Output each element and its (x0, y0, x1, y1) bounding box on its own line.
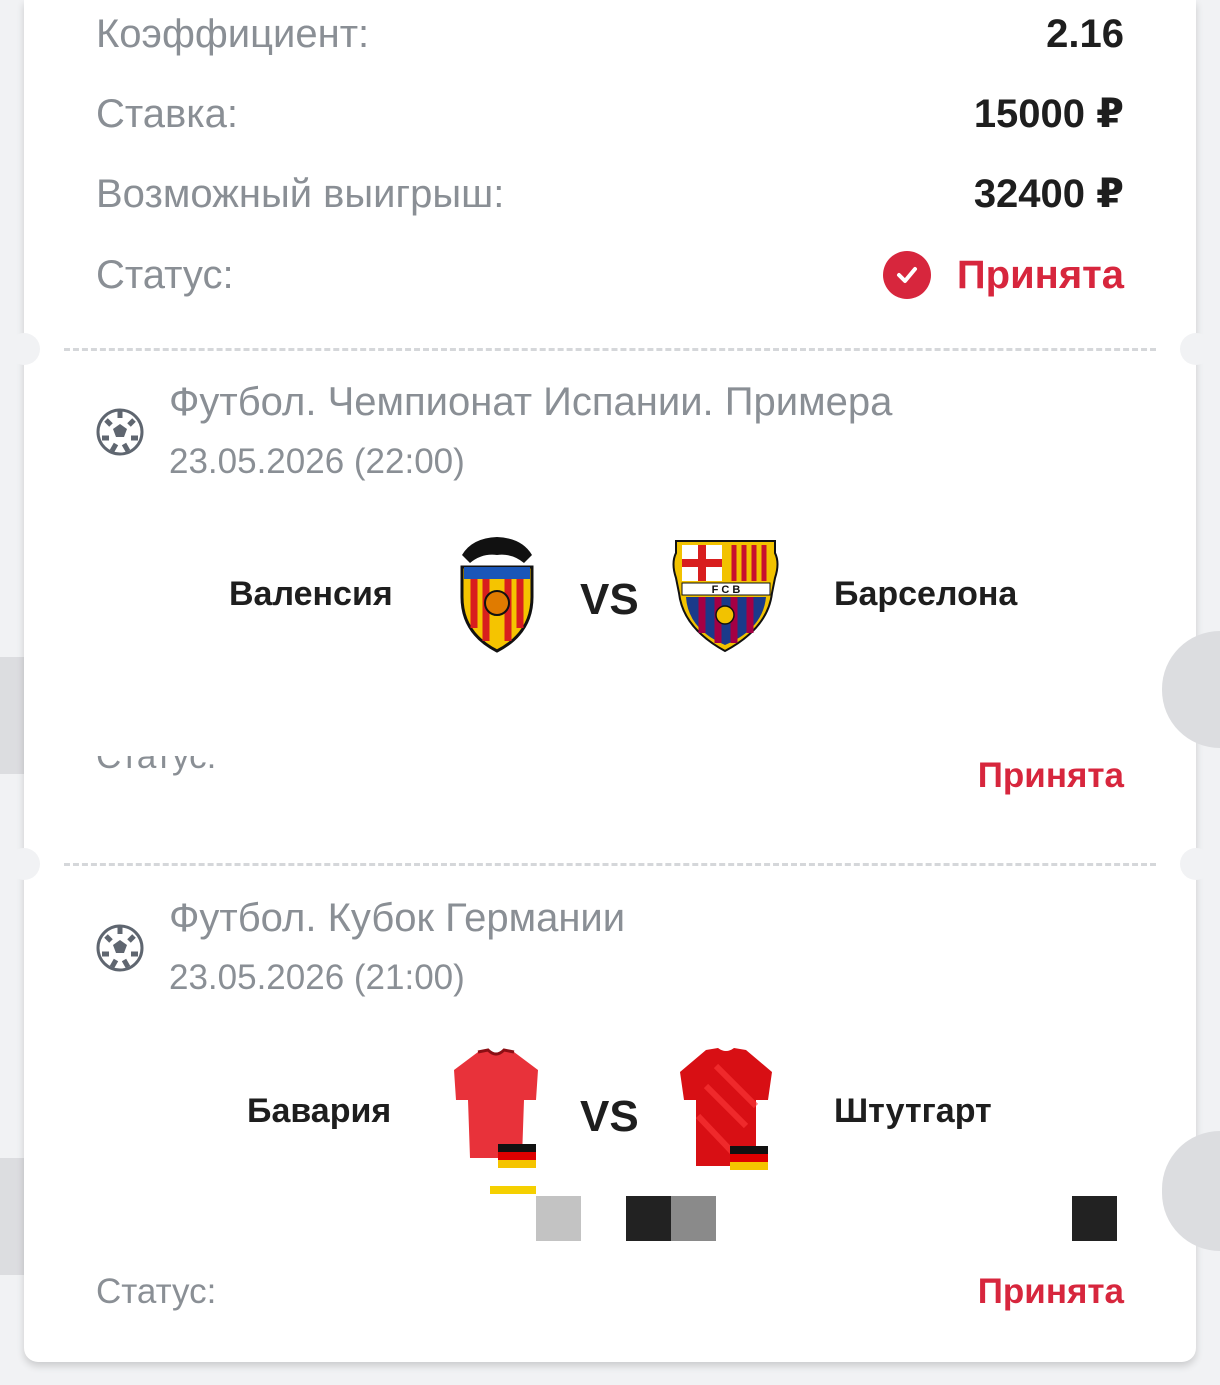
possible-win-value: 32400 ₽ (973, 172, 1124, 216)
stake-row: Ставка: 15000 ₽ (96, 88, 1124, 140)
svg-text:F C B: F C B (712, 584, 741, 596)
barcelona-crest-icon: F C B (672, 540, 779, 653)
valencia-crest-icon (460, 537, 534, 653)
soccer-ball-icon (96, 408, 144, 456)
coef-value: 2.16 (1046, 11, 1124, 56)
league-title: Футбол. Чемпионат Испании. Примера (169, 380, 893, 424)
possible-win-label: Возможный выигрыш: (96, 171, 505, 216)
event-status-label: Статус: (96, 756, 217, 776)
stake-label: Ставка: (96, 91, 238, 136)
vs-label: VS (580, 575, 639, 624)
possible-win-row: Возможный выигрыш: 32400 ₽ (96, 168, 1124, 220)
ticket-divider (64, 863, 1156, 866)
artifact-block (1072, 1196, 1117, 1241)
home-jersey-icon (454, 1048, 538, 1168)
artifact-block (536, 1196, 581, 1241)
league-title: Футбол. Кубок Германии (169, 896, 626, 940)
status-row: Статус: Принята (96, 246, 1124, 304)
status-label: Статус: (96, 252, 234, 297)
away-team-name: Штутгарт (834, 1092, 992, 1130)
coef-row: Коэффициент: 2.16 (96, 8, 1124, 60)
event-status-label: Статус: (96, 1272, 217, 1311)
status-indicator: Принята (882, 251, 1124, 299)
artifact-block (671, 1196, 716, 1241)
ticket-notch-left (8, 848, 40, 880)
home-team-name: Валенсия (229, 575, 393, 613)
ticket-notch-right (1180, 848, 1212, 880)
stake-value: 15000 ₽ (973, 92, 1124, 136)
away-team-name: Барселона (834, 575, 1018, 613)
home-team-name: Бавария (247, 1092, 392, 1130)
bet-ticket-card: Коэффициент: 2.16 Ставка: 15000 ₽ Возмож… (8, 0, 1212, 1362)
event-date: 23.05.2026 (21:00) (169, 958, 465, 997)
artifact-block (490, 1186, 536, 1194)
ticket-notch-right (1180, 333, 1212, 365)
event-date: 23.05.2026 (22:00) (169, 442, 465, 481)
check-circle-icon (882, 251, 931, 299)
status-value: Принята (956, 252, 1124, 297)
soccer-ball-icon (96, 924, 144, 972)
ticket-divider (64, 348, 1156, 351)
away-jersey-icon (680, 1048, 772, 1170)
artifact-block (626, 1196, 671, 1241)
coef-label: Коэффициент: (96, 11, 370, 56)
event-status-value: Принята (977, 1272, 1124, 1311)
ticket-notch-left (8, 333, 40, 365)
event-status-value: Принята (977, 756, 1124, 795)
vs-label: VS (580, 1092, 639, 1141)
